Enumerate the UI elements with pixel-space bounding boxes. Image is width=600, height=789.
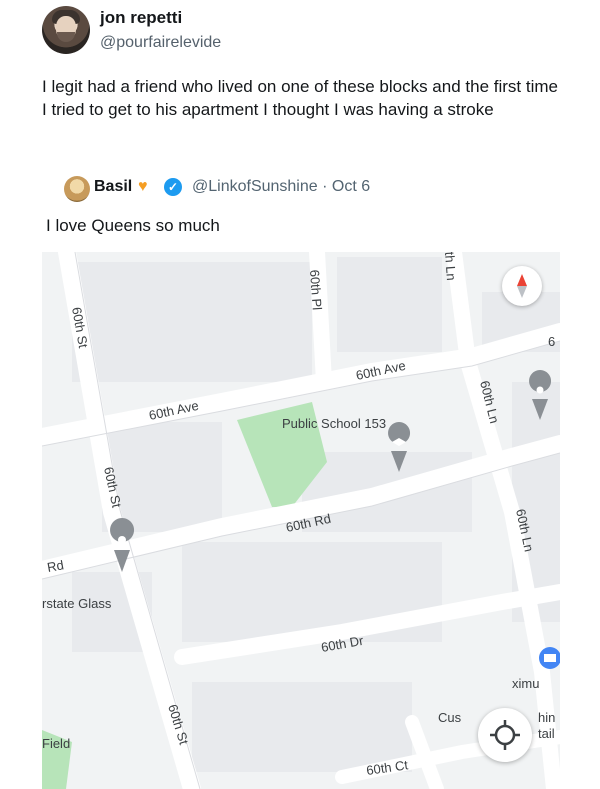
crosshair-icon bbox=[490, 720, 520, 750]
author-name[interactable]: jon repetti bbox=[100, 8, 182, 28]
verified-badge-icon: ✓ bbox=[164, 178, 182, 196]
author-avatar[interactable] bbox=[42, 6, 90, 54]
school-label: Public School 153 bbox=[282, 416, 386, 431]
street-label: Rd bbox=[46, 557, 65, 575]
quoted-author-avatar[interactable] bbox=[64, 176, 90, 202]
quoted-tweet[interactable]: Basil ♥ ✓ @LinkofSunshine · Oct 6 I love… bbox=[42, 166, 582, 789]
author-handle[interactable]: @pourfairelevide bbox=[100, 34, 221, 52]
tweet-card: jon repetti @pourfairelevide I legit had… bbox=[0, 0, 600, 789]
avatar-beard bbox=[57, 32, 75, 42]
compass-icon bbox=[517, 274, 527, 298]
street-label: th Ln bbox=[442, 252, 459, 281]
quoted-tweet-text: I love Queens so much bbox=[46, 216, 220, 235]
quoted-author-handle-date[interactable]: @LinkofSunshine · Oct 6 bbox=[192, 178, 370, 196]
compass-button[interactable] bbox=[502, 266, 542, 306]
business-label: ximu bbox=[512, 676, 539, 691]
tweet-text: I legit had a friend who lived on one of… bbox=[42, 77, 558, 119]
quoted-author-name[interactable]: Basil bbox=[94, 178, 132, 196]
street-label: 6 bbox=[548, 334, 555, 349]
park-label: Field bbox=[42, 736, 70, 751]
orange-heart-icon: ♥ bbox=[138, 178, 148, 195]
business-label: rstate Glass bbox=[42, 596, 112, 611]
map-image[interactable]: 60th St 60th Pl th Ln 60th Ave 60th Ave … bbox=[42, 252, 560, 789]
business-label: hin bbox=[538, 710, 555, 725]
street-label: 60th Pl bbox=[307, 269, 325, 311]
business-label: Cus bbox=[438, 710, 462, 725]
my-location-button[interactable] bbox=[478, 708, 532, 762]
store-pin-icon bbox=[539, 647, 560, 669]
business-label: tail bbox=[538, 726, 555, 741]
